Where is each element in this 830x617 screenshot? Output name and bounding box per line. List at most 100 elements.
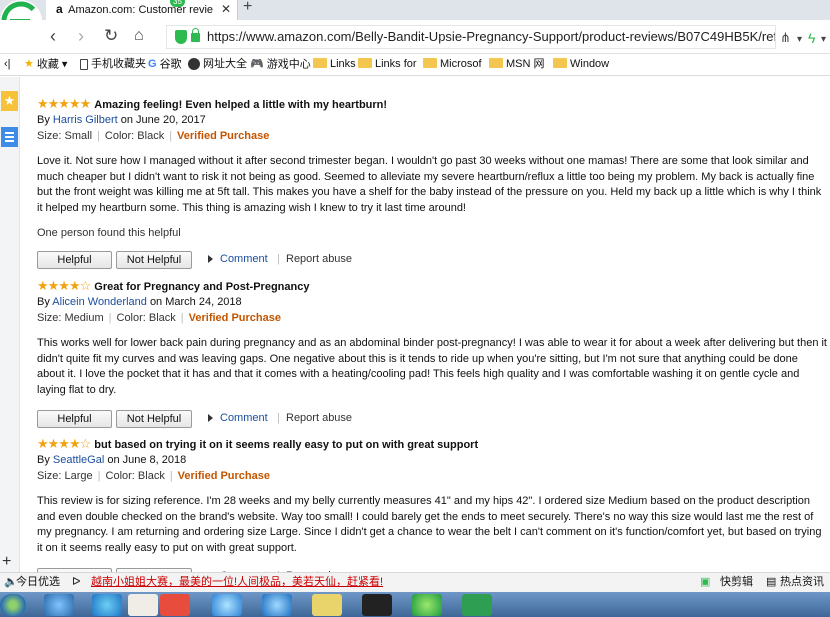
share-icon[interactable]: ⋔ bbox=[780, 28, 791, 48]
verified-purchase-badge: Verified Purchase bbox=[188, 312, 281, 324]
reviewer-name[interactable]: SeattleGal bbox=[53, 454, 104, 466]
review-body: This works well for lower back pain duri… bbox=[37, 337, 827, 396]
review-actions: Helpful Not Helpful Comment | Report abu… bbox=[37, 251, 827, 271]
news-ticker-link[interactable]: 越南小姐姐大赛，最美的一位!人间极品，美若天仙，赶紧看! bbox=[91, 573, 383, 592]
bookmark-links[interactable]: Links bbox=[313, 54, 356, 75]
helpful-button[interactable]: Helpful bbox=[37, 410, 112, 428]
add-icon[interactable]: + bbox=[2, 553, 11, 571]
refresh-icon[interactable]: ↻ bbox=[104, 26, 118, 46]
video-app-icon[interactable] bbox=[362, 594, 392, 616]
hot-news-link[interactable]: 热点资讯 bbox=[780, 573, 824, 592]
folder-icon bbox=[489, 58, 503, 69]
review-actions: Helpful Not Helpful Comment | Report abu… bbox=[37, 410, 827, 430]
report-abuse-link[interactable]: Report abuse bbox=[286, 253, 352, 265]
reviewer-name[interactable]: Harris Gilbert bbox=[53, 114, 118, 126]
ie-app-icon[interactable] bbox=[92, 594, 122, 616]
spreadsheet-app-icon[interactable] bbox=[462, 594, 492, 616]
address-bar[interactable]: https://www.amazon.com/Belly-Bandit-Upsi… bbox=[166, 25, 776, 49]
notes-app-icon[interactable] bbox=[312, 594, 342, 616]
gamepad-icon: 🎮 bbox=[250, 58, 264, 70]
bookmark-links-for[interactable]: Links for bbox=[358, 54, 417, 75]
star-icon: ★ bbox=[24, 58, 34, 70]
close-tab-icon[interactable]: ✕ bbox=[221, 0, 231, 19]
size-label: Size: Large bbox=[37, 470, 93, 482]
caret-right-icon bbox=[208, 255, 213, 263]
lock-icon bbox=[191, 28, 200, 42]
bookmark-windows[interactable]: Window bbox=[553, 54, 609, 75]
browser-app-icon[interactable] bbox=[262, 594, 292, 616]
bookmark-favorites[interactable]: ★ 收藏 ▾ bbox=[24, 54, 67, 75]
review-title[interactable]: Great for Pregnancy and Post-Pregnancy bbox=[94, 281, 309, 293]
edge-app-icon[interactable] bbox=[212, 594, 242, 616]
media-app-icon[interactable] bbox=[44, 594, 74, 616]
review-item: ★★★★★ Amazing feeling! Even helped a litt… bbox=[37, 95, 827, 271]
url-text: https://www.amazon.com/Belly-Bandit-Upsi… bbox=[207, 29, 776, 44]
lightning-icon[interactable]: ϟ bbox=[808, 28, 815, 48]
helpful-button[interactable]: Helpful bbox=[37, 251, 112, 269]
review-date: on June 8, 2018 bbox=[107, 454, 187, 466]
browser-tab[interactable]: a Amazon.com: Customer revie 35 ✕ bbox=[46, 0, 238, 20]
color-label: Color: Black bbox=[104, 130, 165, 142]
tab-title: Amazon.com: Customer revie bbox=[68, 4, 214, 16]
news-icon: ▤ bbox=[766, 576, 777, 588]
review-title[interactable]: but based on trying it on it seems reall… bbox=[94, 439, 478, 451]
taskbar bbox=[0, 592, 830, 617]
folder-app-icon[interactable] bbox=[128, 594, 158, 616]
comment-link[interactable]: Comment bbox=[220, 412, 268, 424]
tab-bar: a Amazon.com: Customer revie 35 ✕ + bbox=[0, 0, 830, 20]
tab-count-badge: 35 bbox=[170, 0, 185, 7]
verified-purchase-badge: Verified Purchase bbox=[177, 470, 270, 482]
size-label: Size: Small bbox=[37, 130, 93, 142]
not-helpful-button[interactable]: Not Helpful bbox=[116, 410, 192, 428]
review-title[interactable]: Amazing feeling! Even helped a little wi… bbox=[94, 99, 387, 111]
back-icon[interactable]: ‹ bbox=[50, 26, 56, 46]
review-body: Love it. Not sure how I managed without … bbox=[37, 155, 822, 214]
quick-edit-link[interactable]: 快剪辑 bbox=[720, 573, 753, 592]
bookmarks-bar: ‹| ★ 收藏 ▾ 手机收藏夹 G 谷歌 网址大全 🎮 游戏中心 Links Link… bbox=[0, 54, 830, 76]
folder-icon bbox=[358, 58, 372, 69]
not-helpful-button[interactable]: Not Helpful bbox=[116, 251, 192, 269]
report-abuse-link[interactable]: Report abuse bbox=[286, 412, 352, 424]
bookmark-google[interactable]: G 谷歌 bbox=[148, 54, 182, 75]
caret-right-icon bbox=[208, 414, 213, 422]
home-icon[interactable]: ⌂ bbox=[134, 26, 144, 46]
start-button-icon[interactable] bbox=[0, 594, 26, 616]
status-bar: 🔈 今日优选 ᐅ 越南小姐姐大赛，最美的一位!人间极品，美若天仙，赶紧看! ▣ … bbox=[0, 572, 830, 592]
bookmark-sites[interactable]: 网址大全 bbox=[188, 54, 247, 75]
bookmark-games[interactable]: 🎮 游戏中心 bbox=[250, 54, 311, 75]
color-label: Color: Black bbox=[105, 470, 165, 482]
rating-stars: ★★★★★ bbox=[37, 96, 91, 111]
shield-icon bbox=[175, 30, 187, 44]
folder-icon bbox=[313, 58, 327, 69]
comment-link[interactable]: Comment bbox=[220, 253, 268, 265]
color-label: Color: Black bbox=[116, 312, 176, 324]
verified-purchase-badge: Verified Purchase bbox=[177, 130, 270, 142]
google-icon: G bbox=[148, 58, 157, 70]
video-edit-icon: ▣ bbox=[700, 576, 711, 588]
review-item: ★★★★☆ but based on trying it on it seems … bbox=[37, 435, 827, 572]
more-dropdown-icon[interactable]: ▾ bbox=[821, 30, 826, 50]
phone-icon bbox=[80, 58, 88, 70]
bookmark-mobile[interactable]: 手机收藏夹 bbox=[80, 54, 146, 75]
navigation-bar: ‹ › ↻ ⌂ https://www.amazon.com/Belly-Ban… bbox=[0, 20, 830, 54]
review-date: on June 20, 2017 bbox=[120, 114, 206, 126]
forward-icon[interactable]: › bbox=[78, 26, 84, 46]
reviewer-name[interactable]: Alicein Wonderland bbox=[52, 296, 147, 308]
folder-icon bbox=[553, 58, 567, 69]
bookmark-microsoft[interactable]: Microsof bbox=[423, 54, 482, 75]
reading-list-icon[interactable] bbox=[1, 127, 18, 147]
review-body: This review is for sizing reference. I'm… bbox=[37, 495, 822, 554]
green-browser-app-icon[interactable] bbox=[412, 594, 442, 616]
today-picks-link[interactable]: 今日优选 bbox=[16, 573, 60, 592]
player-app-icon[interactable] bbox=[160, 594, 190, 616]
sidebar-toggle-icon[interactable]: ‹| bbox=[4, 54, 11, 75]
helpful-count: One person found this helpful bbox=[37, 227, 181, 239]
review-date: on March 24, 2018 bbox=[149, 296, 242, 308]
new-tab-icon[interactable]: + bbox=[243, 0, 252, 16]
bookmark-msn[interactable]: MSN 网 bbox=[489, 54, 545, 75]
dropdown-icon[interactable]: ▾ bbox=[797, 30, 802, 50]
review-list: ★★★★★ Amazing feeling! Even helped a litt… bbox=[21, 77, 830, 572]
globe-icon bbox=[188, 58, 200, 71]
rating-stars: ★★★★☆ bbox=[37, 278, 91, 293]
favorites-star-icon[interactable]: ★ bbox=[1, 91, 18, 111]
